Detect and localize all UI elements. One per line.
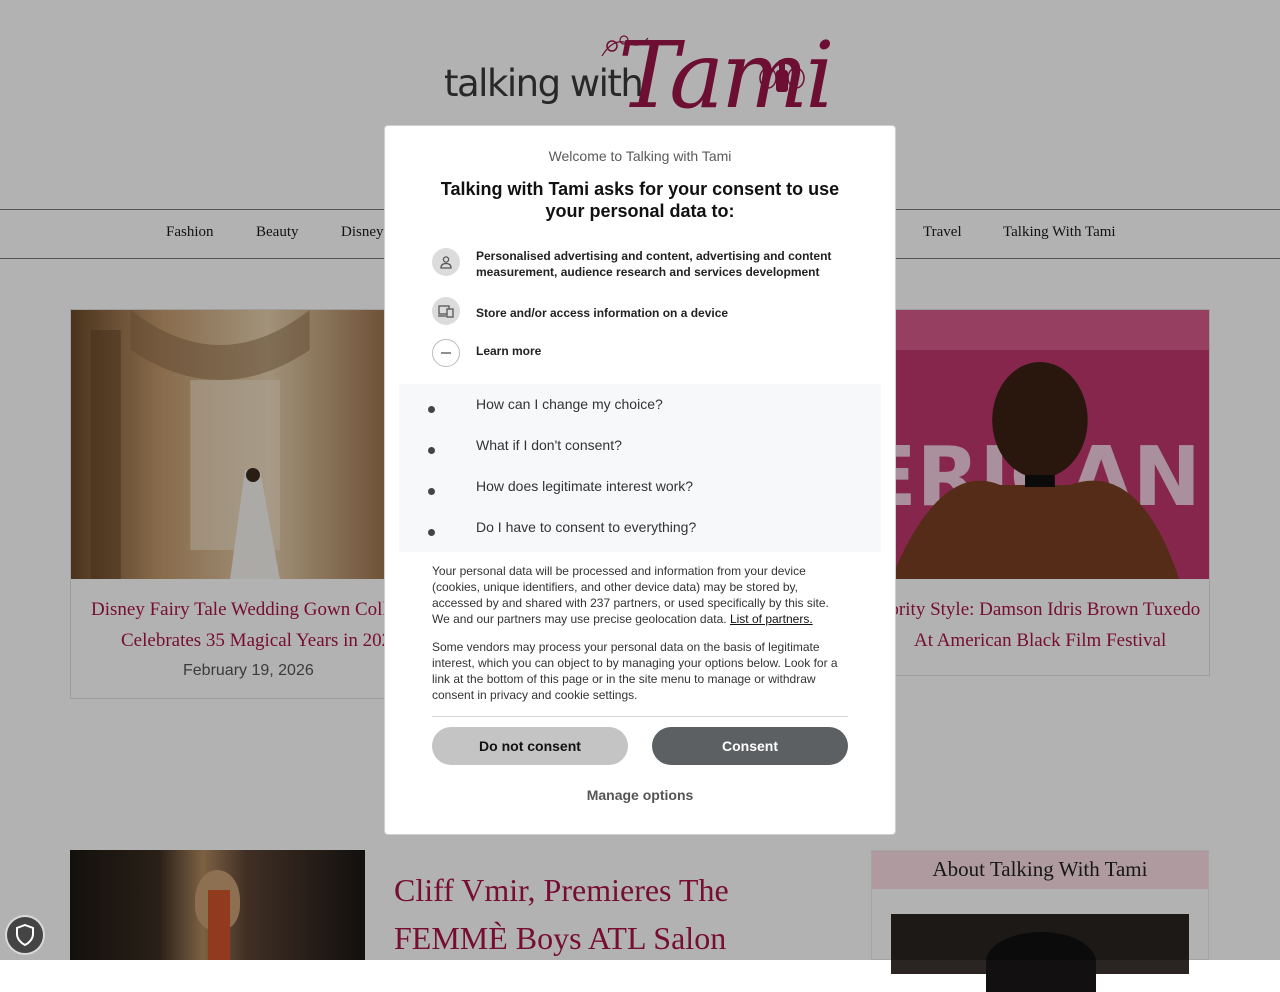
purpose-personalised-ads: Personalised advertising and content, ad… — [432, 248, 852, 288]
list-of-partners-link[interactable]: List of partners. — [730, 612, 813, 626]
learn-more-label[interactable]: Learn more — [476, 343, 541, 359]
purpose-label: Personalised advertising and content, ad… — [476, 249, 832, 279]
consent-button[interactable]: Consent — [652, 727, 848, 765]
consent-body-2: Some vendors may process your personal d… — [432, 640, 838, 702]
faq-list: How can I change my choice? What if I do… — [399, 384, 881, 552]
faq-question[interactable]: How can I change my choice? — [476, 396, 663, 412]
do-not-consent-button[interactable]: Do not consent — [432, 727, 628, 765]
manage-options-link[interactable]: Manage options — [385, 787, 895, 803]
bullet-icon — [428, 447, 435, 454]
minus-icon[interactable] — [432, 339, 460, 367]
divider — [432, 716, 848, 717]
bullet-icon — [428, 529, 435, 536]
faq-item[interactable]: Do I have to consent to everything? — [399, 507, 881, 548]
purpose-label: Store and/or access information on a dev… — [476, 306, 729, 320]
faq-question[interactable]: Do I have to consent to everything? — [476, 519, 696, 535]
purpose-store-info: Store and/or access information on a dev… — [432, 297, 852, 327]
person-icon — [432, 248, 460, 276]
consent-dialog: Welcome to Talking with Tami Talking wit… — [384, 125, 896, 835]
faq-item[interactable]: What if I don't consent? — [399, 425, 881, 466]
privacy-settings-button[interactable] — [5, 915, 45, 955]
bullet-icon — [428, 488, 435, 495]
consent-brand: Welcome to Talking with Tami — [548, 148, 732, 164]
faq-item[interactable]: How can I change my choice? — [399, 384, 881, 425]
faq-item[interactable]: How does legitimate interest work? — [399, 466, 881, 507]
bullet-icon — [428, 406, 435, 413]
consent-body-text: Your personal data will be processed and… — [432, 563, 842, 627]
faq-question[interactable]: How does legitimate interest work? — [476, 478, 693, 494]
learn-more-toggle[interactable]: Learn more — [432, 339, 852, 369]
shield-icon — [16, 924, 34, 946]
consent-heading: Talking with Tami asks for your consent … — [440, 179, 840, 221]
device-icon — [432, 297, 460, 325]
faq-question[interactable]: What if I don't consent? — [476, 437, 622, 453]
